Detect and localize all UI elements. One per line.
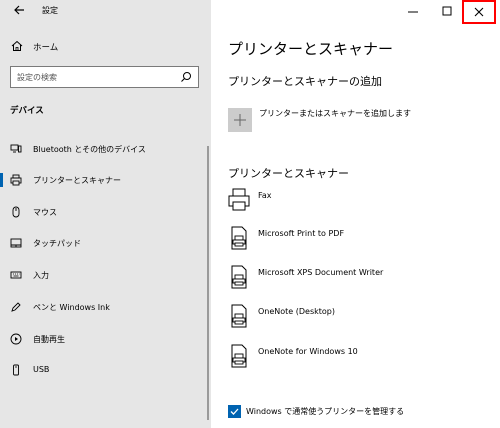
checkmark-icon — [230, 408, 239, 415]
bluetooth-icon — [10, 144, 22, 153]
maximize-icon[interactable] — [436, 0, 458, 22]
sidebar-item-label: Bluetooth とその他のデバイス — [33, 145, 146, 154]
add-section-heading: プリンターとスキャナーの追加 — [228, 75, 382, 88]
sidebar: 設定 ホーム 設定の検索 デバイス Bluetooth とその他のデバイス プリ… — [0, 0, 211, 428]
sidebar-item-mouse[interactable]: マウス — [0, 200, 211, 224]
search-placeholder: 設定の検索 — [17, 73, 57, 82]
usb-icon — [13, 364, 19, 376]
sidebar-scrollbar[interactable] — [207, 146, 209, 420]
sidebar-item-input[interactable]: 入力 — [0, 263, 211, 287]
default-printer-checkbox-label[interactable]: Windows で通常使うプリンターを管理する — [246, 406, 404, 417]
search-icon[interactable] — [180, 71, 192, 83]
default-printer-checkbox[interactable] — [228, 405, 241, 418]
printer-name: Microsoft Print to PDF — [258, 229, 345, 238]
autoplay-icon — [10, 333, 22, 345]
sidebar-item-label: 自動再生 — [33, 335, 65, 344]
printer-item-onenote-win10[interactable]: OneNote for Windows 10 — [228, 344, 488, 374]
default-printer-checkbox-row[interactable]: Windows で通常使うプリンターを管理する — [228, 404, 488, 420]
sidebar-item-usb[interactable]: USB — [0, 358, 211, 382]
sidebar-item-label: ペンと Windows Ink — [33, 303, 110, 312]
add-printer-label[interactable]: プリンターまたはスキャナーを追加します — [259, 108, 411, 119]
sidebar-item-printers[interactable]: プリンターとスキャナー — [0, 168, 211, 192]
active-indicator — [0, 173, 3, 187]
page-title: プリンターとスキャナー — [228, 40, 394, 58]
home-icon — [11, 40, 23, 51]
sidebar-item-label: プリンターとスキャナー — [33, 176, 121, 185]
printer-doc-icon — [231, 265, 247, 289]
printer-doc-icon — [231, 344, 247, 368]
printer-item-xps[interactable]: Microsoft XPS Document Writer — [228, 265, 488, 295]
plus-icon — [234, 114, 246, 126]
sidebar-item-label: タッチパッド — [33, 239, 81, 248]
sidebar-item-bluetooth[interactable]: Bluetooth とその他のデバイス — [0, 137, 211, 161]
printer-name: Microsoft XPS Document Writer — [258, 268, 384, 277]
touchpad-icon — [10, 238, 22, 248]
printer-item-fax[interactable]: Fax — [228, 188, 488, 218]
close-icon — [474, 7, 484, 17]
sidebar-item-autoplay[interactable]: 自動再生 — [0, 327, 211, 351]
pen-icon — [11, 302, 21, 312]
sidebar-section-heading: デバイス — [10, 106, 44, 116]
search-input[interactable]: 設定の検索 — [10, 66, 199, 88]
sidebar-item-label: マウス — [33, 208, 57, 217]
printer-name: OneNote (Desktop) — [258, 307, 336, 316]
back-arrow-icon[interactable] — [12, 3, 26, 17]
mouse-icon — [12, 206, 20, 218]
fax-icon — [228, 188, 250, 211]
keyboard-icon — [10, 271, 22, 279]
minimize-icon[interactable] — [402, 0, 424, 22]
add-printer-button[interactable] — [228, 108, 252, 132]
printer-item-onenote-desktop[interactable]: OneNote (Desktop) — [228, 304, 488, 334]
printers-section-heading: プリンターとスキャナー — [228, 167, 349, 180]
printer-doc-icon — [231, 304, 247, 328]
sidebar-item-label: ホーム — [33, 43, 59, 53]
printer-doc-icon — [231, 226, 247, 250]
printer-icon — [10, 174, 22, 186]
sidebar-item-label: 入力 — [33, 271, 49, 280]
window-title: 設定 — [42, 6, 58, 15]
sidebar-item-touchpad[interactable]: タッチパッド — [0, 231, 211, 255]
close-button[interactable] — [462, 0, 496, 24]
printer-name: Fax — [258, 191, 272, 200]
sidebar-item-pen[interactable]: ペンと Windows Ink — [0, 295, 211, 319]
printer-name: OneNote for Windows 10 — [258, 347, 358, 356]
sidebar-item-label: USB — [33, 365, 50, 374]
sidebar-item-home[interactable]: ホーム — [0, 36, 211, 58]
printer-item-pdf[interactable]: Microsoft Print to PDF — [228, 226, 488, 256]
